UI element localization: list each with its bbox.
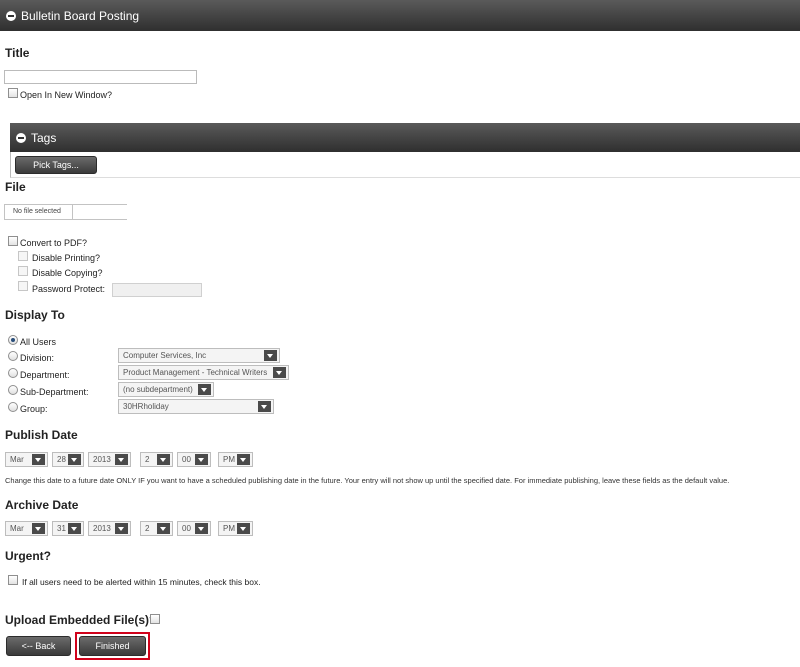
publish-minute-select[interactable]: 00 [177,452,211,467]
publish-month-select[interactable]: Mar [5,452,48,467]
password-protect-label: Password Protect: [32,284,106,294]
file-status: No file selected [13,208,61,215]
urgent-checkbox[interactable] [8,575,18,585]
panel-title: Bulletin Board Posting [21,8,140,23]
chevron-down-icon[interactable] [115,523,128,534]
archive-year-select[interactable]: 2013 [88,521,131,536]
division-radio[interactable] [8,351,18,361]
department-radio[interactable] [8,368,18,378]
open-new-window-label: Open In New Window? [20,90,113,100]
chevron-down-icon[interactable] [273,367,286,378]
archive-year: 2013 [93,524,111,533]
tags-panel-border [10,152,800,178]
group-select[interactable]: 30HRholiday [118,399,274,414]
file-heading: File [5,180,26,194]
division-select[interactable]: Computer Services, Inc [118,348,280,363]
back-button[interactable]: <-- Back [6,636,71,656]
sub-department-label: Sub-Department: [20,387,89,397]
sub-department-value: (no subdepartment) [123,385,193,394]
chevron-down-icon[interactable] [115,454,128,465]
chevron-down-icon[interactable] [237,454,250,465]
convert-pdf-label: Convert to PDF? [20,238,88,248]
all-users-radio[interactable] [8,335,18,345]
collapse-icon[interactable] [16,132,26,143]
group-label: Group: [20,404,48,414]
division-label: Division: [20,353,55,363]
publish-ampm-select[interactable]: PM [218,452,253,467]
chevron-down-icon[interactable] [237,523,250,534]
archive-ampm: PM [223,524,235,533]
password-input[interactable] [112,283,202,297]
chevron-down-icon[interactable] [258,401,271,412]
publish-minute: 00 [182,455,191,464]
archive-hour-select[interactable]: 2 [140,521,173,536]
disable-printing-label: Disable Printing? [32,253,101,263]
archive-minute: 00 [182,524,191,533]
title-heading: Title [5,46,30,60]
archive-month: Mar [10,524,24,533]
publish-ampm: PM [223,455,235,464]
collapse-icon[interactable] [6,10,16,21]
department-select[interactable]: Product Management - Technical Writers [118,365,289,380]
chevron-down-icon[interactable] [195,523,208,534]
publish-date-heading: Publish Date [5,428,78,442]
chevron-down-icon[interactable] [32,454,45,465]
division-value: Computer Services, Inc [123,351,207,360]
chevron-down-icon[interactable] [32,523,45,534]
chevron-down-icon[interactable] [157,523,170,534]
upload-heading: Upload Embedded File(s)? [5,613,157,627]
archive-hour: 2 [145,524,150,533]
finished-button[interactable]: Finished [79,636,146,656]
sub-department-select[interactable]: (no subdepartment) [118,382,214,397]
sub-department-radio[interactable] [8,385,18,395]
open-new-window-checkbox[interactable] [8,88,18,98]
pick-tags-button[interactable]: Pick Tags... [15,156,97,174]
chevron-down-icon[interactable] [157,454,170,465]
archive-day: 31 [57,524,66,533]
department-value: Product Management - Technical Writers [123,368,268,377]
department-label: Department: [20,370,70,380]
all-users-label: All Users [20,337,57,347]
chevron-down-icon[interactable] [68,454,81,465]
urgent-label: If all users need to be alerted within 1… [22,577,261,587]
group-radio[interactable] [8,402,18,412]
publish-hour-select[interactable]: 2 [140,452,173,467]
disable-printing-checkbox[interactable] [18,251,28,261]
disable-copying-label: Disable Copying? [32,268,103,278]
archive-date-heading: Archive Date [5,498,79,512]
archive-day-select[interactable]: 31 [52,521,84,536]
archive-month-select[interactable]: Mar [5,521,48,536]
publish-hour: 2 [145,455,150,464]
title-input[interactable] [4,70,197,84]
upload-checkbox[interactable] [150,614,160,624]
publish-month: Mar [10,455,24,464]
convert-pdf-checkbox[interactable] [8,236,18,246]
file-input[interactable]: No file selected [4,204,127,220]
tags-header[interactable]: Tags [10,123,800,152]
chevron-down-icon[interactable] [195,454,208,465]
group-value: 30HRholiday [123,402,169,411]
archive-minute-select[interactable]: 00 [177,521,211,536]
publish-date-hint: Change this date to a future date ONLY I… [5,476,730,485]
chevron-down-icon[interactable] [68,523,81,534]
file-input-divider [72,205,73,219]
urgent-heading: Urgent? [5,549,51,563]
display-to-heading: Display To [5,308,65,322]
panel-header[interactable]: Bulletin Board Posting [0,0,800,31]
archive-ampm-select[interactable]: PM [218,521,253,536]
publish-year: 2013 [93,455,111,464]
publish-year-select[interactable]: 2013 [88,452,131,467]
disable-copying-checkbox[interactable] [18,266,28,276]
publish-day-select[interactable]: 28 [52,452,84,467]
tags-title: Tags [31,130,57,145]
publish-day: 28 [57,455,66,464]
chevron-down-icon[interactable] [198,384,211,395]
password-protect-checkbox[interactable] [18,281,28,291]
chevron-down-icon[interactable] [264,350,277,361]
